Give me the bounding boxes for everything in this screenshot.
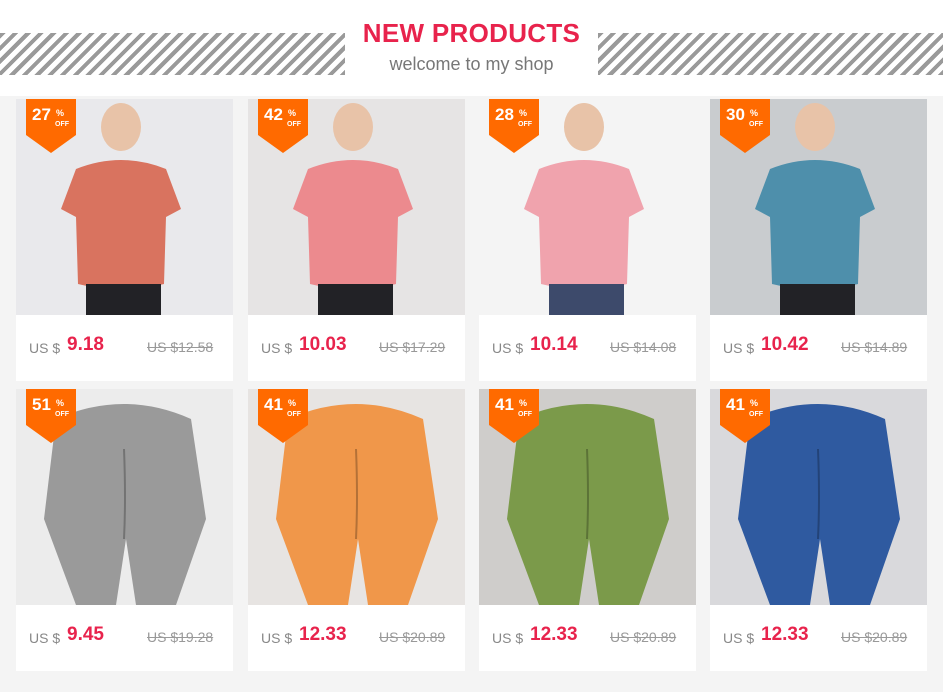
sale-price: 10.03 <box>299 334 347 355</box>
product-card[interactable]: 41% OFF US $ 12.33 US $20.89 <box>479 389 696 671</box>
discount-percent-sign: % <box>519 108 528 118</box>
section-title: NEW PRODUCTS <box>362 18 581 48</box>
original-price: US $19.28 <box>147 629 214 645</box>
original-price: US $12.58 <box>147 339 214 355</box>
discount-value: 41 <box>726 395 745 414</box>
discount-percent-sign: % <box>519 398 528 408</box>
discount-badge: 41% OFF <box>720 389 770 443</box>
discount-off-label: OFF <box>518 411 532 418</box>
discount-value: 27 <box>32 105 51 124</box>
sale-price: 9.18 <box>67 334 104 355</box>
sale-price: 9.45 <box>67 624 104 645</box>
price-row: US $ 10.03 US $17.29 <box>248 315 465 381</box>
discount-percent-sign: % <box>750 108 759 118</box>
original-price: US $20.89 <box>610 629 677 645</box>
original-price: US $14.89 <box>841 339 908 355</box>
product-card[interactable]: 42% OFF US $ 10.03 US $17.29 <box>248 99 465 381</box>
sale-price: 12.33 <box>299 624 347 645</box>
discount-percent-sign: % <box>56 398 65 408</box>
discount-off-label: OFF <box>749 411 763 418</box>
currency-label: US $ <box>261 630 293 646</box>
product-card[interactable]: 27% OFF US $ 9.18 US $12.58 <box>16 99 233 381</box>
discount-value: 41 <box>495 395 514 414</box>
product-card[interactable]: 41% OFF US $ 12.33 US $20.89 <box>248 389 465 671</box>
currency-label: US $ <box>723 630 755 646</box>
discount-badge: 41% OFF <box>489 389 539 443</box>
product-card[interactable]: 28% OFF US $ 10.14 US $14.08 <box>479 99 696 381</box>
sale-price: 10.14 <box>530 334 578 355</box>
section-subtitle: welcome to my shop <box>389 54 554 74</box>
currency-label: US $ <box>29 630 61 646</box>
discount-percent-sign: % <box>750 398 759 408</box>
section-header: NEW PRODUCTS welcome to my shop <box>0 0 943 96</box>
original-price: US $20.89 <box>841 629 908 645</box>
sale-price: 10.42 <box>761 334 809 355</box>
discount-off-label: OFF <box>287 121 301 128</box>
discount-off-label: OFF <box>55 411 69 418</box>
product-card[interactable]: 51% OFF US $ 9.45 US $19.28 <box>16 389 233 671</box>
decorative-stripes-right <box>598 33 943 75</box>
original-price: US $20.89 <box>379 629 446 645</box>
discount-value: 30 <box>726 105 745 124</box>
currency-label: US $ <box>492 340 524 356</box>
currency-label: US $ <box>492 630 524 646</box>
discount-percent-sign: % <box>288 108 297 118</box>
price-row: US $ 9.18 US $12.58 <box>16 315 233 381</box>
sale-price: 12.33 <box>761 624 809 645</box>
discount-value: 41 <box>264 395 283 414</box>
discount-off-label: OFF <box>518 121 532 128</box>
discount-badge: 27% OFF <box>26 99 76 153</box>
discount-badge: 41% OFF <box>258 389 308 443</box>
discount-percent-sign: % <box>288 398 297 408</box>
discount-value: 28 <box>495 105 514 124</box>
discount-badge: 42% OFF <box>258 99 308 153</box>
currency-label: US $ <box>723 340 755 356</box>
decorative-stripes-left <box>0 33 345 75</box>
discount-badge: 28% OFF <box>489 99 539 153</box>
discount-off-label: OFF <box>287 411 301 418</box>
discount-badge: 51% OFF <box>26 389 76 443</box>
discount-value: 42 <box>264 105 283 124</box>
discount-percent-sign: % <box>56 108 65 118</box>
price-row: US $ 10.14 US $14.08 <box>479 315 696 381</box>
discount-badge: 30% OFF <box>720 99 770 153</box>
price-row: US $ 10.42 US $14.89 <box>710 315 927 381</box>
product-card[interactable]: 41% OFF US $ 12.33 US $20.89 <box>710 389 927 671</box>
currency-label: US $ <box>29 340 61 356</box>
price-row: US $ 12.33 US $20.89 <box>248 605 465 671</box>
original-price: US $14.08 <box>610 339 677 355</box>
discount-value: 51 <box>32 395 51 414</box>
price-row: US $ 12.33 US $20.89 <box>479 605 696 671</box>
price-row: US $ 9.45 US $19.28 <box>16 605 233 671</box>
price-row: US $ 12.33 US $20.89 <box>710 605 927 671</box>
discount-off-label: OFF <box>55 121 69 128</box>
original-price: US $17.29 <box>379 339 446 355</box>
sale-price: 12.33 <box>530 624 578 645</box>
discount-off-label: OFF <box>749 121 763 128</box>
currency-label: US $ <box>261 340 293 356</box>
product-card[interactable]: 30% OFF US $ 10.42 US $14.89 <box>710 99 927 381</box>
